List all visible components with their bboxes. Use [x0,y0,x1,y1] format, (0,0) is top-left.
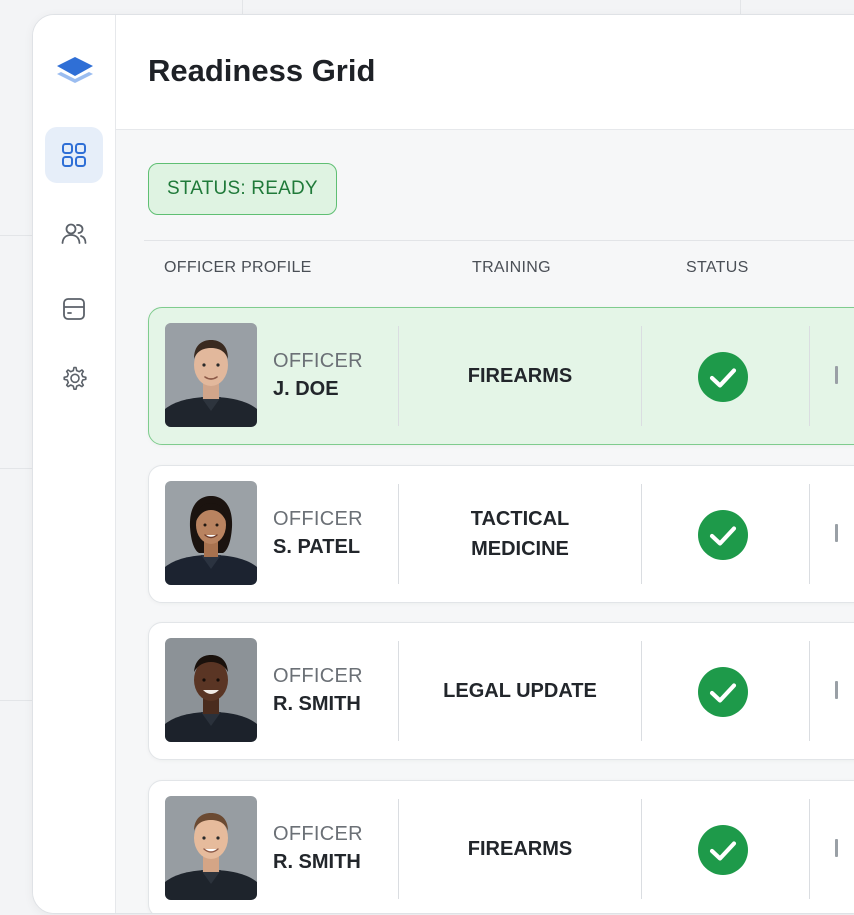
officer-photo [165,796,257,900]
table-row[interactable]: OFFICER S. PATEL TACTICAL MEDICINE [148,465,854,603]
column-divider [641,484,642,584]
column-divider [641,326,642,426]
dashboard-grid-icon [62,143,86,167]
layers-logo-icon [55,53,95,93]
table-row[interactable]: OFFICER R. SMITH FIREARMS [148,780,854,913]
officer-name: R. SMITH [273,851,361,873]
column-header-officer-profile[interactable]: OFFICER PROFILE [164,259,312,277]
app-window: Readiness Grid STATUS: READY OFFICER PRO… [32,14,854,914]
table-header: OFFICER PROFILE TRAINING STATUS [144,240,854,291]
users-icon [61,223,87,244]
column-divider [809,326,810,426]
column-header-training[interactable]: TRAINING [472,259,551,277]
clipped-column-content [835,681,838,699]
officer-rank: OFFICER [273,350,363,372]
sidebar-item-settings[interactable] [45,351,103,407]
clipped-column-content [835,366,838,384]
officer-photo [165,323,257,427]
officer-name: R. SMITH [273,693,361,715]
column-divider [641,799,642,899]
column-divider [641,641,642,741]
column-header-status[interactable]: STATUS [686,259,749,277]
training-name: FIREARMS [467,838,573,860]
table-row[interactable]: OFFICER R. SMITH LEGAL UPDATE [148,622,854,760]
column-divider [809,799,810,899]
sidebar-item-users[interactable] [45,205,103,261]
check-circle-icon [698,825,748,875]
clipped-column-content [835,524,838,542]
officer-name: S. PATEL [273,536,361,558]
officer-rank: OFFICER [273,508,363,530]
training-name: TACTICAL MEDICINE [470,508,570,560]
archive-icon [63,298,85,320]
status-badge: STATUS: READY [148,163,337,215]
officer-name: J. DOE [273,378,339,400]
officer-photo [165,638,257,742]
sidebar-item-dashboard[interactable] [45,127,103,183]
officer-rank: OFFICER [273,823,363,845]
table-row[interactable]: OFFICER J. DOE FIREARMS [148,307,854,445]
main-content: STATUS: READY OFFICER PROFILE TRAINING S… [116,130,854,913]
sidebar-item-archive[interactable] [45,281,103,337]
gear-icon [63,366,87,390]
column-divider [809,641,810,741]
header: Readiness Grid [116,15,854,130]
column-divider [809,484,810,584]
check-circle-icon [698,510,748,560]
clipped-column-content [835,839,838,857]
page-title: Readiness Grid [148,53,376,88]
check-circle-icon [698,352,748,402]
training-name: LEGAL UPDATE [443,680,597,702]
sidebar [33,15,116,913]
officer-rank: OFFICER [273,665,363,687]
check-circle-icon [698,667,748,717]
training-name: FIREARMS [467,365,573,387]
officer-photo [165,481,257,585]
